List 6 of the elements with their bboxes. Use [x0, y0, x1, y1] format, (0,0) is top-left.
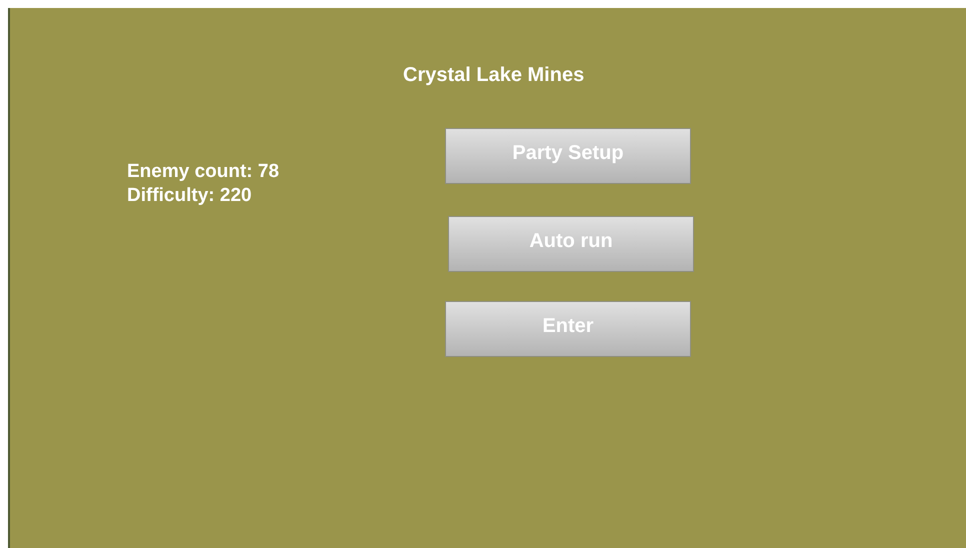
stat-text: Difficulty: 220: [127, 184, 253, 208]
menu-button[interactable]: Enter: [445, 301, 691, 357]
menu-button[interactable]: Party Setup: [445, 128, 691, 184]
stat-text: Enemy count: 78: [127, 160, 280, 184]
screen-title: Crystal Lake Mines: [403, 64, 584, 86]
menu-button[interactable]: Auto run: [448, 216, 694, 272]
